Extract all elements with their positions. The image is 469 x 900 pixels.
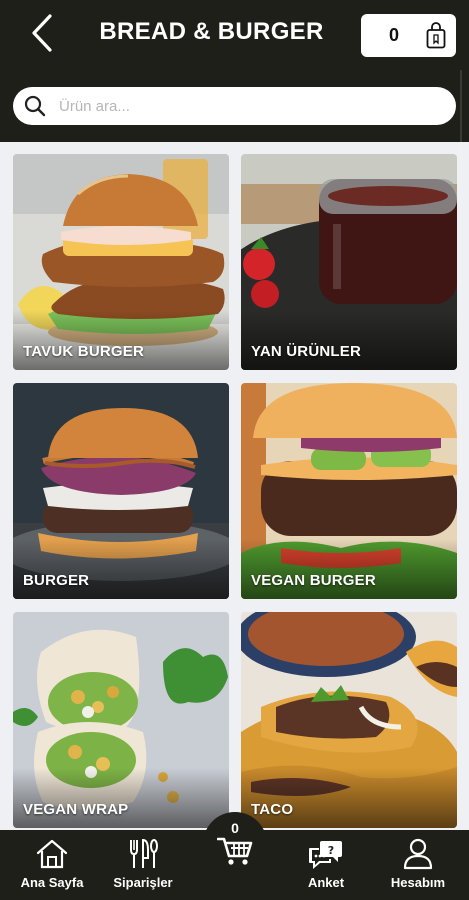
shopping-cart-icon	[217, 837, 253, 865]
card-shade	[241, 310, 457, 370]
header-cart-count: 0	[389, 25, 400, 45]
center-cart-count: 0	[231, 820, 239, 836]
search-icon	[24, 95, 46, 117]
shopping-bag-icon	[426, 22, 446, 49]
app-header: BREAD & BURGER 0	[0, 0, 469, 490]
category-card-yan-urunler[interactable]: YAN ÜRÜNLER	[241, 154, 457, 370]
nav-label: Anket	[307, 875, 345, 890]
page-title: BREAD & BURGER	[99, 18, 324, 45]
home-icon	[36, 839, 68, 869]
svg-text:?: ?	[328, 844, 334, 857]
user-icon	[403, 838, 433, 870]
header-cart-button[interactable]: 0	[361, 14, 456, 57]
category-label: YAN ÜRÜNLER	[251, 343, 361, 360]
nav-item-siparisler[interactable]: Siparişler	[98, 838, 188, 894]
category-card-vegan-wrap[interactable]: VEGAN WRAP	[13, 612, 229, 828]
category-label: TACO	[251, 801, 294, 818]
category-grid: TAVUK BURGER YAN ÜRÜNLER BURGER VEGAN BU…	[0, 142, 469, 830]
category-card-taco[interactable]: TACO	[241, 612, 457, 828]
category-card-burger[interactable]: BURGER	[13, 383, 229, 599]
card-shade	[241, 768, 457, 828]
nav-label: Hesabım	[390, 875, 446, 890]
survey-chat-icon: ?	[309, 841, 342, 869]
search-bar[interactable]	[13, 87, 456, 125]
nav-label: Ana Sayfa	[20, 875, 84, 890]
nav-label: Siparişler	[113, 875, 173, 890]
nav-item-ana-sayfa[interactable]: Ana Sayfa	[7, 838, 97, 894]
card-shade	[241, 539, 457, 599]
category-label: TAVUK BURGER	[23, 343, 145, 360]
category-card-vegan-burger[interactable]: VEGAN BURGER	[241, 383, 457, 599]
category-card-tavuk-burger[interactable]: TAVUK BURGER	[13, 154, 229, 370]
category-label: BURGER	[23, 572, 90, 589]
nav-item-anket[interactable]: ? Anket	[281, 838, 371, 894]
card-shade	[13, 768, 229, 828]
nav-item-hesabim[interactable]: Hesabım	[373, 838, 463, 894]
back-button[interactable]	[22, 12, 62, 54]
center-cart-button[interactable]: 0	[203, 812, 267, 876]
card-shade	[13, 310, 229, 370]
chevron-left-icon	[32, 14, 52, 52]
card-shade	[13, 539, 229, 599]
category-label: VEGAN BURGER	[251, 572, 376, 589]
search-input[interactable]	[59, 93, 439, 119]
cutlery-icon	[130, 838, 158, 868]
category-label: VEGAN WRAP	[23, 801, 129, 818]
